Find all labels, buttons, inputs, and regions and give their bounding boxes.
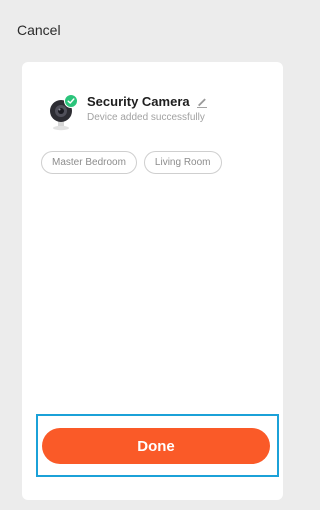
room-chip-living-room[interactable]: Living Room <box>143 151 222 174</box>
check-icon <box>64 94 78 108</box>
done-button[interactable]: Done <box>42 428 270 464</box>
device-row: Security Camera Device added successfull… <box>48 94 208 132</box>
device-info: Security Camera Device added successfull… <box>87 94 208 123</box>
cancel-button[interactable]: Cancel <box>17 22 61 38</box>
camera-icon <box>48 94 84 132</box>
device-status: Device added successfully <box>87 112 205 123</box>
pencil-icon[interactable] <box>196 96 208 108</box>
room-chips: Master Bedroom Living Room <box>41 151 229 174</box>
room-chip-master-bedroom[interactable]: Master Bedroom <box>41 151 137 174</box>
add-device-screen: Cancel Security Camera Device added succ… <box>0 0 293 510</box>
device-name: Security Camera <box>87 94 190 109</box>
